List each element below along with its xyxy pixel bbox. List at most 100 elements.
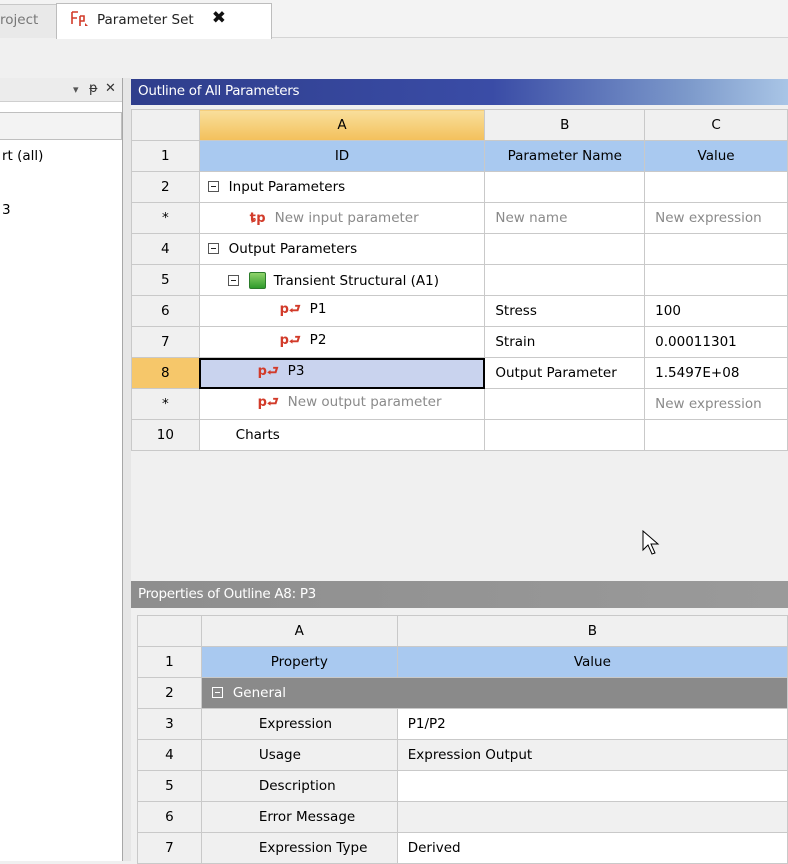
row-number[interactable]: 6 xyxy=(137,801,202,833)
close-panel-icon[interactable]: ✕ xyxy=(105,81,116,96)
table-row-selected[interactable]: 8 p⮐ P3 Output Parameter 1.5497E+08 xyxy=(131,357,788,389)
column-header-b[interactable]: B xyxy=(484,109,646,141)
id-cell[interactable]: p⮐ P1 xyxy=(198,295,486,327)
value-cell[interactable] xyxy=(396,801,788,833)
left-panel-header: ▾ ᵽ ✕ xyxy=(0,78,122,102)
name-cell[interactable]: Strain xyxy=(484,326,646,358)
column-header-b[interactable]: B xyxy=(396,615,788,647)
value-cell[interactable]: Expression Output xyxy=(396,739,788,771)
table-row[interactable]: 5 Description xyxy=(137,770,788,802)
column-header-a[interactable]: A xyxy=(200,615,398,647)
left-panel-search[interactable] xyxy=(0,112,122,140)
property-cell: Expression Type xyxy=(200,832,398,864)
value-cell[interactable]: 100 xyxy=(644,295,788,327)
tab-parameter-set[interactable]: Parameter Set ✖ xyxy=(56,3,272,39)
value-cell[interactable]: 0.00011301 xyxy=(644,326,788,358)
row-number[interactable]: 7 xyxy=(137,832,202,864)
name-cell[interactable] xyxy=(484,388,646,420)
general-group-cell[interactable]: General xyxy=(200,677,788,709)
table-row[interactable]: 10 Charts xyxy=(131,419,788,451)
name-cell[interactable] xyxy=(484,171,646,203)
table-row[interactable]: 6 p⮐ P1 Stress 100 xyxy=(131,295,788,327)
property-cell: Expression xyxy=(200,708,398,740)
row-number[interactable]: 8 xyxy=(131,357,200,389)
row-number[interactable]: 4 xyxy=(131,233,200,265)
name-cell[interactable] xyxy=(484,264,646,296)
table-row[interactable]: 4 Usage Expression Output xyxy=(137,739,788,771)
table-row[interactable]: 6 Error Message xyxy=(137,801,788,833)
name-cell[interactable] xyxy=(484,233,646,265)
id-label: New input parameter xyxy=(274,210,419,226)
value-cell[interactable] xyxy=(644,171,788,203)
table-row[interactable]: 3 Expression P1/P2 xyxy=(137,708,788,740)
row-number[interactable]: 6 xyxy=(131,295,200,327)
value-cell[interactable]: P1/P2 xyxy=(396,708,788,740)
row-number[interactable]: 4 xyxy=(137,739,202,771)
table-row[interactable]: 7 Expression Type Derived xyxy=(137,832,788,864)
value-cell[interactable] xyxy=(396,770,788,802)
row-number[interactable]: 1 xyxy=(137,646,202,678)
table-row[interactable]: 5 Transient Structural (A1) xyxy=(131,264,788,296)
row-number[interactable]: 10 xyxy=(131,419,200,451)
name-cell[interactable]: Output Parameter xyxy=(484,357,646,389)
id-cell[interactable]: Input Parameters xyxy=(198,171,486,203)
id-label: Input Parameters xyxy=(228,179,346,195)
table-row[interactable]: * p⮐ New output parameter New expression xyxy=(131,388,788,420)
value-cell[interactable]: New expression xyxy=(644,202,788,234)
id-label: P2 xyxy=(309,332,327,348)
group-row-general[interactable]: 2 General xyxy=(137,677,788,709)
value-cell[interactable]: Derived xyxy=(396,832,788,864)
id-cell[interactable]: p⮐ New output parameter xyxy=(198,388,486,420)
row-number[interactable]: 1 xyxy=(131,140,200,172)
corner-cell xyxy=(137,615,202,647)
left-panel-item[interactable]: rt (all) xyxy=(2,148,43,164)
column-header-c[interactable]: C xyxy=(644,109,788,141)
table-row[interactable]: 2 Input Parameters xyxy=(131,171,788,203)
id-cell[interactable]: Charts xyxy=(198,419,486,451)
table-row[interactable]: 7 p⮐ P2 Strain 0.00011301 xyxy=(131,326,788,358)
row-number[interactable]: 2 xyxy=(137,677,202,709)
id-cell[interactable]: Output Parameters xyxy=(198,233,486,265)
name-cell[interactable]: Stress xyxy=(484,295,646,327)
table-row[interactable]: * ȶp New input parameter New name New exp… xyxy=(131,202,788,234)
id-cell[interactable]: ȶp New input parameter xyxy=(198,202,486,234)
pin-icon[interactable]: ᵽ xyxy=(89,81,98,96)
close-icon[interactable]: ✖ xyxy=(212,10,226,27)
id-cell[interactable]: p⮐ P2 xyxy=(198,326,486,358)
outline-table: A B C 1 ID Parameter Name Value 2 Input … xyxy=(131,109,788,451)
collapse-icon[interactable] xyxy=(207,181,219,192)
name-cell[interactable] xyxy=(484,419,646,451)
output-parameter-icon: p⮐ xyxy=(279,333,301,348)
row-number[interactable]: 7 xyxy=(131,326,200,358)
collapse-icon[interactable] xyxy=(227,274,239,286)
name-cell[interactable]: New name xyxy=(484,202,646,234)
dropdown-icon[interactable]: ▾ xyxy=(73,83,79,96)
splitter[interactable] xyxy=(123,78,131,861)
id-cell-selected[interactable]: p⮐ P3 xyxy=(198,357,486,389)
toolbar xyxy=(0,39,788,77)
row-number[interactable]: 3 xyxy=(137,708,202,740)
value-cell[interactable] xyxy=(644,233,788,265)
value-cell[interactable]: New expression xyxy=(644,388,788,420)
value-cell[interactable]: 1.5497E+08 xyxy=(644,357,788,389)
row-number[interactable]: * xyxy=(131,202,200,234)
collapse-icon[interactable] xyxy=(207,243,219,254)
collapse-icon[interactable] xyxy=(211,687,223,698)
row-number[interactable]: 5 xyxy=(131,264,200,296)
left-panel: ▾ ᵽ ✕ rt (all) 3 xyxy=(0,78,123,861)
tab-project[interactable]: roject xyxy=(0,4,62,38)
outline-title: Outline of All Parameters xyxy=(131,79,788,105)
row-number[interactable]: 5 xyxy=(137,770,202,802)
property-cell: Error Message xyxy=(200,801,398,833)
row-number[interactable]: * xyxy=(131,388,200,420)
value-cell[interactable] xyxy=(644,419,788,451)
value-cell[interactable] xyxy=(644,264,788,296)
left-panel-item[interactable]: 3 xyxy=(2,202,11,218)
corner-cell xyxy=(131,109,200,141)
row-number[interactable]: 2 xyxy=(131,171,200,203)
id-cell[interactable]: Transient Structural (A1) xyxy=(198,264,486,296)
parameter-name-header: Parameter Name xyxy=(484,140,646,172)
table-row[interactable]: 4 Output Parameters xyxy=(131,233,788,265)
table-header-row: 1 ID Parameter Name Value xyxy=(131,140,788,172)
column-header-a[interactable]: A xyxy=(198,109,486,141)
